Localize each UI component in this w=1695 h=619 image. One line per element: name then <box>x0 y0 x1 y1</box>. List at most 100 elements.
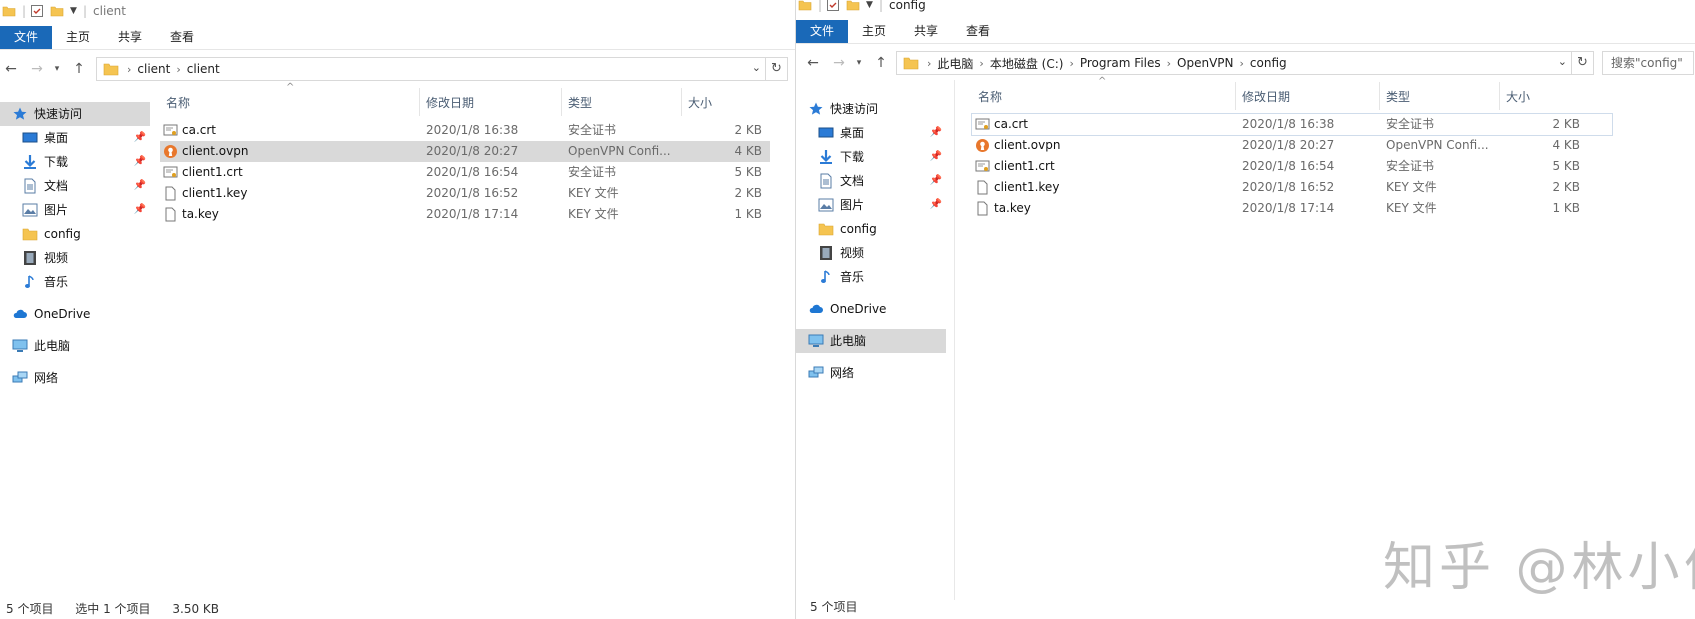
chevron-down-icon[interactable]: ▼ <box>866 0 873 10</box>
address-bar[interactable]: › client › client ⌄ <box>96 57 766 81</box>
sidebar-item-label: 图片 <box>840 198 865 212</box>
breadcrumb-item[interactable]: OpenVPN <box>1177 56 1233 70</box>
tab-home[interactable]: 主页 <box>52 26 104 49</box>
table-row[interactable]: ta.key 2020/1/8 17:14 KEY 文件 1 KB <box>160 204 770 225</box>
breadcrumb-item[interactable]: client <box>187 62 220 76</box>
refresh-button[interactable]: ↻ <box>1572 51 1594 75</box>
sidebar-item-this-pc[interactable]: 此电脑 <box>0 334 150 358</box>
pin-icon[interactable]: 📌 <box>930 193 942 217</box>
new-folder-icon[interactable] <box>846 0 860 12</box>
back-arrow-icon[interactable]: ← <box>0 61 22 77</box>
new-folder-icon[interactable] <box>50 4 64 18</box>
sidebar-item-pictures[interactable]: 图片 📌 <box>796 193 946 217</box>
pin-icon[interactable]: 📌 <box>134 150 146 174</box>
properties-icon[interactable] <box>826 0 840 12</box>
refresh-button[interactable]: ↻ <box>766 57 788 81</box>
sidebar-item-config[interactable]: config <box>796 217 946 241</box>
sidebar-item-network[interactable]: 网络 <box>796 361 946 385</box>
table-row[interactable]: client1.crt 2020/1/8 16:54 安全证书 5 KB <box>160 162 770 183</box>
table-row[interactable]: ca.crt 2020/1/8 16:38 安全证书 2 KB <box>971 113 1613 136</box>
sidebar-item-network[interactable]: 网络 <box>0 366 150 390</box>
pin-icon[interactable]: 📌 <box>930 145 942 169</box>
sidebar-item-quick-access[interactable]: 快速访问 <box>0 102 150 126</box>
status-selected-count: 选中 1 个项目 <box>75 602 151 616</box>
pin-icon[interactable]: 📌 <box>134 198 146 222</box>
file-name: ta.key <box>994 201 1031 215</box>
sidebar-item-downloads[interactable]: 下载 📌 <box>796 145 946 169</box>
breadcrumb-item[interactable]: Program Files <box>1080 56 1161 70</box>
sidebar-item-documents[interactable]: 文档 📌 <box>796 169 946 193</box>
column-header-date[interactable]: 修改日期 <box>420 88 562 116</box>
pin-icon[interactable]: 📌 <box>930 169 942 193</box>
chevron-down-icon[interactable]: ▼ <box>70 6 77 16</box>
table-row[interactable]: ta.key 2020/1/8 17:14 KEY 文件 1 KB <box>972 198 1612 219</box>
search-input[interactable]: 搜索"config" <box>1602 51 1694 75</box>
sidebar-item-documents[interactable]: 文档 📌 <box>0 174 150 198</box>
table-row[interactable]: client1.crt 2020/1/8 16:54 安全证书 5 KB <box>972 156 1612 177</box>
breadcrumb-item[interactable]: client <box>137 62 170 76</box>
file-date: 2020/1/8 16:38 <box>426 123 519 137</box>
table-row[interactable]: ca.crt 2020/1/8 16:38 安全证书 2 KB <box>160 120 770 141</box>
column-header-size[interactable]: 大小 <box>1500 82 1585 110</box>
back-arrow-icon[interactable]: ← <box>802 55 824 71</box>
recent-chevron-icon[interactable]: ▾ <box>46 64 68 74</box>
status-item-count: 5 个项目 <box>810 600 858 614</box>
column-header-type[interactable]: 类型 <box>1380 82 1500 110</box>
file-size: 2 KB <box>1552 117 1580 131</box>
recent-chevron-icon[interactable]: ▾ <box>848 58 870 68</box>
forward-arrow-icon[interactable]: → <box>828 55 850 71</box>
sidebar-item-label: 音乐 <box>840 270 865 284</box>
video-icon <box>820 246 832 260</box>
tab-share[interactable]: 共享 <box>104 26 156 49</box>
sidebar-item-desktop[interactable]: 桌面 📌 <box>796 121 946 145</box>
up-arrow-icon[interactable]: ↑ <box>870 55 892 71</box>
column-header-size[interactable]: 大小 <box>682 88 767 116</box>
pin-icon[interactable]: 📌 <box>134 126 146 150</box>
sidebar-item-quick-access[interactable]: 快速访问 <box>796 97 946 121</box>
breadcrumb-item[interactable]: 此电脑 <box>937 55 973 72</box>
picture-icon <box>22 203 38 217</box>
tab-home[interactable]: 主页 <box>848 20 900 43</box>
sidebar-item-pictures[interactable]: 图片 📌 <box>0 198 150 222</box>
pin-icon[interactable]: 📌 <box>134 174 146 198</box>
sidebar-item-downloads[interactable]: 下载 📌 <box>0 150 150 174</box>
properties-icon[interactable] <box>30 4 44 18</box>
file-size: 4 KB <box>734 144 762 158</box>
tab-file[interactable]: 文件 <box>796 20 849 43</box>
sidebar-item-label: 文档 <box>840 174 865 188</box>
column-header-type[interactable]: 类型 <box>562 88 682 116</box>
address-dropdown-icon[interactable]: ⌄ <box>752 61 761 74</box>
up-arrow-icon[interactable]: ↑ <box>68 61 90 77</box>
tab-view[interactable]: 查看 <box>952 20 1004 43</box>
breadcrumb-item[interactable]: 本地磁盘 (C:) <box>990 55 1064 72</box>
sidebar-item-music[interactable]: 音乐 <box>0 270 150 294</box>
sidebar-item-onedrive[interactable]: OneDrive <box>796 297 946 321</box>
sidebar-item-this-pc[interactable]: 此电脑 <box>796 329 946 353</box>
sidebar-item-videos[interactable]: 视频 <box>0 246 150 270</box>
sidebar-item-onedrive[interactable]: OneDrive <box>0 302 150 326</box>
breadcrumb-separator: › <box>927 56 932 70</box>
tab-share[interactable]: 共享 <box>900 20 952 43</box>
table-row[interactable]: client1.key 2020/1/8 16:52 KEY 文件 2 KB <box>972 177 1612 198</box>
table-row[interactable]: client1.key 2020/1/8 16:52 KEY 文件 2 KB <box>160 183 770 204</box>
pin-icon[interactable]: 📌 <box>930 121 942 145</box>
table-row[interactable]: client.ovpn 2020/1/8 20:27 OpenVPN Confi… <box>160 141 770 162</box>
file-size: 1 KB <box>734 207 762 221</box>
column-header-name[interactable]: 名称 <box>160 88 420 116</box>
column-header-date[interactable]: 修改日期 <box>1236 82 1380 110</box>
address-dropdown-icon[interactable]: ⌄ <box>1558 55 1567 68</box>
document-icon <box>820 173 832 189</box>
desktop-icon <box>818 127 834 138</box>
table-row[interactable]: client.ovpn 2020/1/8 20:27 OpenVPN Confi… <box>972 135 1612 156</box>
column-header-name[interactable]: 名称 <box>972 82 1236 110</box>
address-bar[interactable]: › 此电脑 › 本地磁盘 (C:) › Program Files › Open… <box>896 51 1572 75</box>
tab-file[interactable]: 文件 <box>0 26 53 49</box>
sidebar-item-music[interactable]: 音乐 <box>796 265 946 289</box>
breadcrumb-item[interactable]: config <box>1250 56 1287 70</box>
sidebar-item-videos[interactable]: 视频 <box>796 241 946 265</box>
forward-arrow-icon[interactable]: → <box>26 61 48 77</box>
sidebar-item-desktop[interactable]: 桌面 📌 <box>0 126 150 150</box>
sidebar-item-config[interactable]: config <box>0 222 150 246</box>
tab-view[interactable]: 查看 <box>156 26 208 49</box>
computer-icon <box>12 339 28 352</box>
